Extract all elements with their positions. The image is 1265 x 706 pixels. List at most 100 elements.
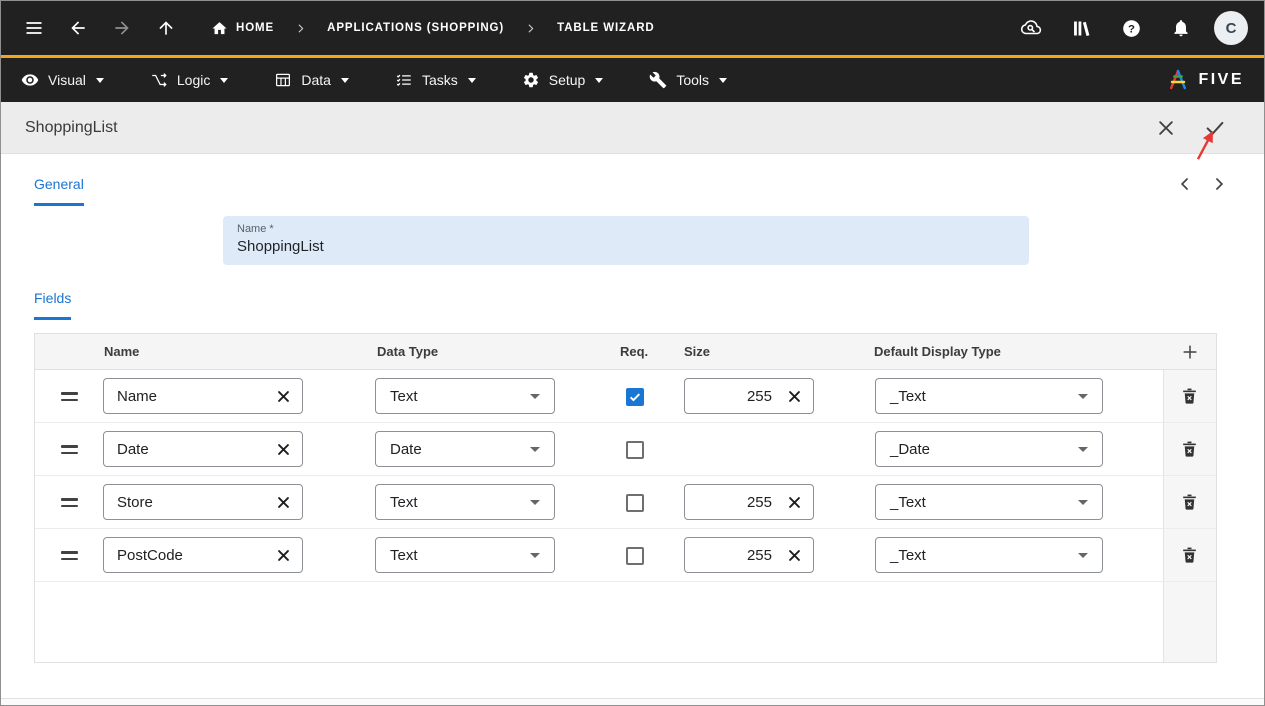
chevron-down-icon [530, 447, 540, 452]
tab-fields[interactable]: Fields [34, 290, 71, 320]
delete-row-button[interactable] [1172, 379, 1208, 415]
tab-general[interactable]: General [34, 176, 84, 206]
up-icon[interactable] [149, 11, 183, 45]
add-field-button[interactable] [1164, 334, 1216, 370]
svg-text:?: ? [1128, 23, 1135, 35]
trash-icon [1180, 440, 1199, 459]
breadcrumb-table-wizard[interactable]: TABLE WIZARD [557, 22, 654, 34]
display-type-value: _Date [890, 441, 1078, 458]
field-size-value: 255 [698, 494, 782, 511]
required-checkbox[interactable] [626, 494, 644, 512]
forward-icon[interactable] [105, 11, 139, 45]
display-type-select[interactable]: _Date [875, 431, 1103, 467]
delete-row-button[interactable] [1172, 485, 1208, 521]
clear-icon[interactable] [277, 496, 290, 509]
menu-item-tasks[interactable]: Tasks [395, 71, 476, 89]
table-row: Date Date _Date [35, 423, 1216, 476]
field-name-input[interactable]: Store [103, 484, 303, 520]
drag-handle[interactable] [57, 494, 82, 511]
field-name-input[interactable]: PostCode [103, 537, 303, 573]
field-name-value: Date [117, 441, 271, 458]
menu-item-logic[interactable]: Logic [150, 71, 228, 89]
chevron-right-icon[interactable] [1209, 174, 1229, 194]
clear-icon[interactable] [277, 549, 290, 562]
bell-icon[interactable] [1164, 11, 1198, 45]
field-size-input[interactable]: 255 [684, 537, 814, 573]
trash-icon [1180, 546, 1199, 565]
content-area: General Name * ShoppingList Fields Name … [1, 154, 1264, 698]
required-checkbox[interactable] [626, 441, 644, 459]
clear-icon[interactable] [277, 390, 290, 403]
menu-icon[interactable] [17, 11, 51, 45]
table-name-input[interactable]: Name * ShoppingList [223, 216, 1029, 265]
display-type-select[interactable]: _Text [875, 484, 1103, 520]
breadcrumb-label: HOME [236, 22, 274, 34]
chevron-left-icon[interactable] [1175, 174, 1195, 194]
help-icon[interactable]: ? [1114, 11, 1148, 45]
field-name-value: Store [117, 494, 271, 511]
table-row: Name Text 255 _Text [35, 370, 1216, 423]
tab-pager [1175, 174, 1229, 194]
display-type-select[interactable]: _Text [875, 378, 1103, 414]
tab-label: General [34, 176, 84, 192]
wrench-icon [649, 71, 667, 89]
chevron-down-icon [1078, 500, 1088, 505]
chevron-down-icon [96, 78, 104, 83]
field-name-input[interactable]: Date [103, 431, 303, 467]
clear-icon[interactable] [788, 549, 801, 562]
data-type-value: Text [390, 547, 530, 564]
tab-label: Fields [34, 290, 71, 306]
required-checkbox[interactable] [626, 388, 644, 406]
menu-item-tools[interactable]: Tools [649, 71, 727, 89]
trash-icon [1180, 387, 1199, 406]
fields-table-rows: Name Text 255 _Text [35, 370, 1216, 582]
five-logo: FIVE [1166, 68, 1244, 92]
delete-row-button[interactable] [1172, 432, 1208, 468]
menu-item-visual[interactable]: Visual [21, 71, 104, 89]
field-size-value: 255 [698, 547, 782, 564]
clear-icon[interactable] [788, 390, 801, 403]
breadcrumb-home[interactable]: HOME [211, 20, 274, 37]
chevron-right-icon [524, 22, 537, 35]
cloud-search-icon[interactable] [1014, 11, 1048, 45]
field-name-value: PostCode [117, 547, 271, 564]
plus-icon [1180, 342, 1200, 362]
drag-handle[interactable] [57, 441, 82, 458]
chevron-down-icon [1078, 553, 1088, 558]
clear-icon[interactable] [277, 443, 290, 456]
back-icon[interactable] [61, 11, 95, 45]
data-type-select[interactable]: Text [375, 484, 555, 520]
field-size-input[interactable]: 255 [684, 378, 814, 414]
table-row: Store Text 255 _Text [35, 476, 1216, 529]
menu-item-label: Data [301, 72, 331, 88]
save-button[interactable] [1204, 117, 1226, 139]
delete-row-button[interactable] [1172, 538, 1208, 574]
breadcrumb-applications[interactable]: APPLICATIONS (SHOPPING) [327, 22, 504, 34]
menu-item-setup[interactable]: Setup [522, 71, 604, 89]
drag-handle[interactable] [57, 388, 82, 405]
menu-item-label: Logic [177, 72, 210, 88]
menu-item-label: Tasks [422, 72, 458, 88]
chevron-down-icon [530, 500, 540, 505]
data-type-select[interactable]: Text [375, 378, 555, 414]
required-checkbox[interactable] [626, 547, 644, 565]
field-name-input[interactable]: Name [103, 378, 303, 414]
logic-flow-icon [150, 71, 168, 89]
eye-icon [21, 71, 39, 89]
field-size-input[interactable]: 255 [684, 484, 814, 520]
library-icon[interactable] [1064, 11, 1098, 45]
avatar[interactable]: C [1214, 11, 1248, 45]
chevron-down-icon [468, 78, 476, 83]
menu-item-data[interactable]: Data [274, 71, 349, 89]
name-field-value: ShoppingList [237, 238, 1015, 255]
display-type-select[interactable]: _Text [875, 537, 1103, 573]
column-header-data-type: Data Type [377, 344, 438, 359]
close-button[interactable] [1156, 118, 1176, 138]
drag-handle[interactable] [57, 547, 82, 564]
data-type-select[interactable]: Date [375, 431, 555, 467]
top-bar: HOME APPLICATIONS (SHOPPING) TABLE WIZAR… [1, 1, 1264, 55]
clear-icon[interactable] [788, 496, 801, 509]
data-table-icon [274, 71, 292, 89]
chevron-down-icon [341, 78, 349, 83]
data-type-select[interactable]: Text [375, 537, 555, 573]
